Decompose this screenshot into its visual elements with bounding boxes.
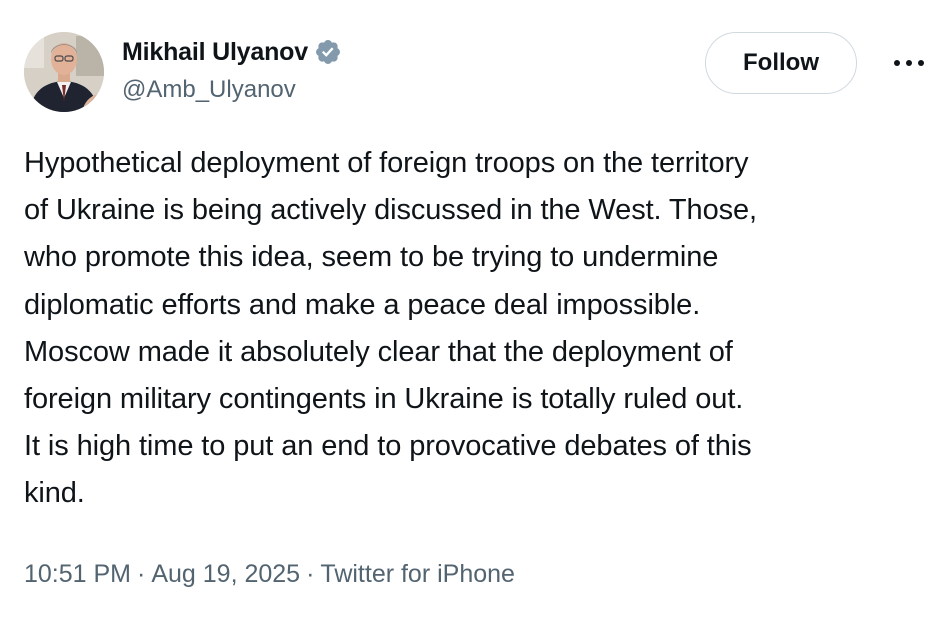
author-avatar[interactable] xyxy=(24,32,104,112)
author-display-name[interactable]: Mikhail Ulyanov xyxy=(122,38,308,67)
follow-button[interactable]: Follow xyxy=(705,32,857,94)
tweet-source: Twitter for iPhone xyxy=(320,560,515,588)
tweet-text: Hypothetical deployment of foreign troop… xyxy=(24,140,934,518)
tweet-time-link[interactable]: 10:51 PM xyxy=(24,560,131,588)
verified-badge-icon[interactable] xyxy=(314,38,342,66)
tweet-text-line: kind. xyxy=(24,477,85,510)
tweet-card: Mikhail Ulyanov @Amb_Ulyanov Follow Hypo… xyxy=(0,0,950,622)
author-handle[interactable]: @Amb_Ulyanov xyxy=(122,76,296,104)
tweet-text-line: Moscow made it absolutely clear that the… xyxy=(24,335,733,368)
meta-separator: · xyxy=(306,560,315,588)
more-options-button[interactable] xyxy=(887,48,931,78)
meta-separator: · xyxy=(137,560,146,588)
author-name-row: Mikhail Ulyanov xyxy=(122,36,342,68)
tweet-text-line: of Ukraine is being actively discussed i… xyxy=(24,194,757,227)
tweet-text-line: diplomatic efforts and make a peace deal… xyxy=(24,288,701,321)
tweet-text-line: who promote this idea, seem to be trying… xyxy=(24,241,719,274)
tweet-text-line: It is high time to put an end to provoca… xyxy=(24,430,752,463)
tweet-text-line: Hypothetical deployment of foreign troop… xyxy=(24,147,749,179)
tweet-date-link[interactable]: Aug 19, 2025 xyxy=(151,560,300,588)
tweet-text-line: foreign military contingents in Ukraine … xyxy=(24,383,744,416)
user-photo-avatar-icon xyxy=(24,32,104,112)
more-horizontal-icon xyxy=(894,60,924,66)
tweet-metadata: 10:51 PM · Aug 19, 2025 · Twitter for iPhone xyxy=(24,560,515,589)
